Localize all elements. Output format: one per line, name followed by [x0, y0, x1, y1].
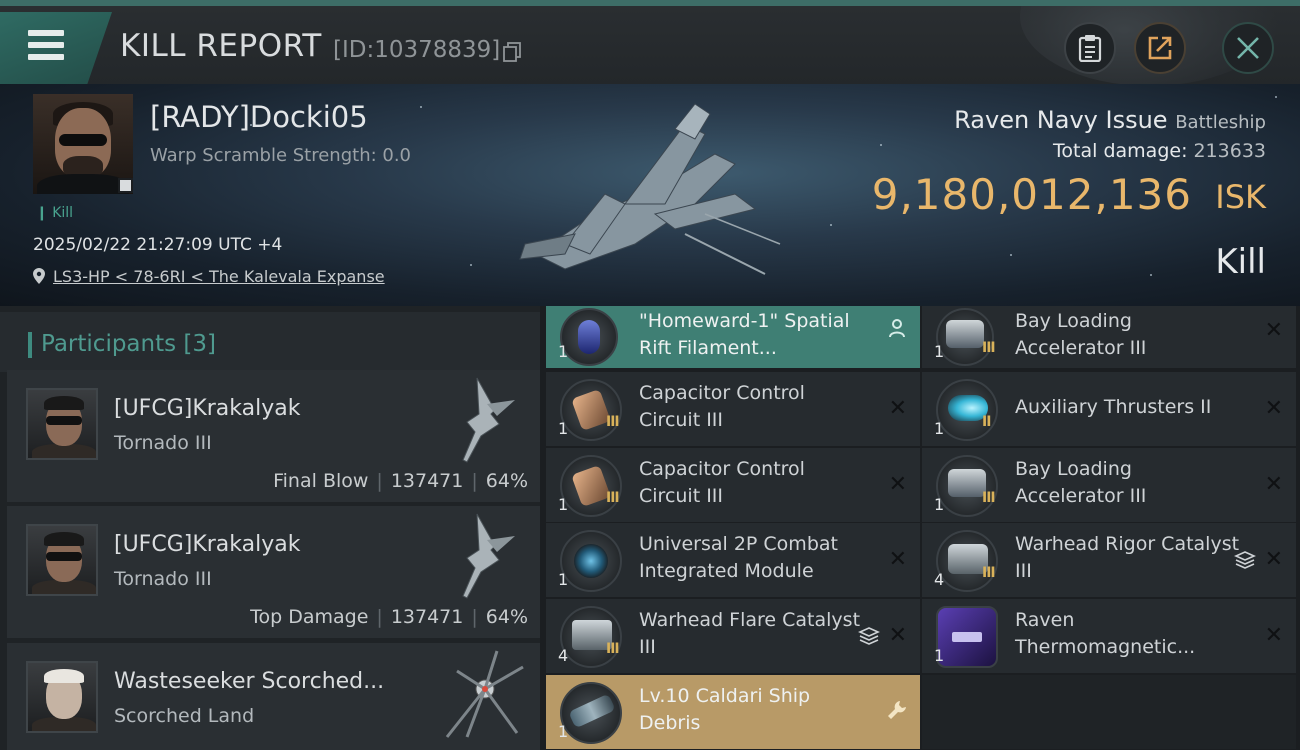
item-name: Raven Thermomagnetic... — [1015, 609, 1196, 658]
participant-ship: Scorched Land — [114, 705, 255, 727]
item-slot[interactable]: 1 III Capacitor Control Circuit III ✕ — [546, 448, 920, 522]
victim-name[interactable]: [RADY]Docki05 — [150, 100, 368, 134]
kill-id: [ID:10378839] — [333, 37, 501, 63]
participant-avatar[interactable] — [26, 388, 98, 460]
participant-avatar[interactable] — [26, 661, 98, 733]
item-name: Lv.10 Caldari Ship Debris — [639, 685, 811, 734]
victim-ship-name[interactable]: Raven Navy Issue Battleship — [954, 106, 1266, 134]
item-slot[interactable]: 4 III Warhead Rigor Catalyst III ✕ — [922, 523, 1296, 597]
total-damage: Total damage: 213633 — [1053, 140, 1266, 162]
wrench-icon[interactable] — [886, 699, 908, 721]
person-icon[interactable] — [888, 318, 906, 338]
destroyed-x-icon: ✕ — [888, 472, 907, 497]
clipboard-icon — [1078, 35, 1102, 62]
kill-location[interactable]: LS3-HP < 78-6RI < The Kalevala Expanse — [33, 267, 385, 286]
participant-stat: Final Blow | 137471 | 64% — [273, 470, 528, 492]
combat-module-icon — [560, 530, 622, 592]
empty-slot — [922, 675, 1296, 749]
page-title: KILL REPORT — [120, 28, 322, 64]
scorched-land-ship-icon — [445, 650, 524, 738]
share-button[interactable] — [1134, 22, 1186, 74]
bay-loading-accelerator-icon — [936, 455, 998, 517]
destroyed-x-icon: ✕ — [1264, 547, 1283, 572]
item-slot[interactable]: 1 II Auxiliary Thrusters II ✕ — [922, 372, 1296, 446]
isk-value: 9,180,012,136 — [871, 170, 1192, 219]
item-slot[interactable]: 1 Universal 2P Combat Integrated Module … — [546, 523, 920, 597]
kill-result: Kill — [1215, 242, 1266, 282]
destroyed-x-icon: ✕ — [888, 396, 907, 421]
item-slot[interactable]: 1 "Homeward-1" Spatial Rift Filament... — [546, 306, 920, 368]
menu-button[interactable] — [0, 12, 112, 84]
bay-loading-accelerator-icon — [936, 308, 994, 366]
ship-debris-icon — [560, 682, 622, 744]
warp-scramble-strength: Warp Scramble Strength: 0.0 — [150, 145, 412, 166]
item-slot[interactable]: 1 Raven Thermomagnetic... ✕ — [922, 599, 1296, 673]
participants-label: Participants [3] — [41, 331, 216, 357]
capacitor-circuit-icon — [560, 379, 622, 441]
participant-ship: Tornado III — [114, 432, 212, 454]
participant-row[interactable]: Wasteseeker Scorched... Scorched Land — [7, 643, 540, 750]
item-name: Auxiliary Thrusters II — [1015, 396, 1212, 418]
header-bar: KILL REPORT [ID:10378839] — [0, 0, 1300, 86]
participant-name: Wasteseeker Scorched... — [114, 669, 385, 694]
capacitor-circuit-icon — [560, 455, 622, 517]
item-slot[interactable]: 1 III Capacitor Control Circuit III ✕ — [546, 372, 920, 446]
catalyst-icon — [936, 530, 998, 592]
participant-name: [UFCG]Krakalyak — [114, 532, 301, 557]
item-name: Universal 2P Combat Integrated Module — [639, 533, 838, 582]
item-name: Warhead Rigor Catalyst III — [1015, 533, 1240, 582]
item-slot[interactable]: 1 III Bay Loading Accelerator III ✕ — [922, 448, 1296, 522]
copy-icon[interactable] — [503, 42, 521, 62]
destroyed-x-icon: ✕ — [1264, 318, 1283, 343]
destroyed-x-icon: ✕ — [888, 623, 907, 648]
participant-stat: Top Damage | 137471 | 64% — [250, 606, 528, 628]
victim-panel: [RADY]Docki05 Warp Scramble Strength: 0.… — [0, 84, 1300, 306]
tornado-ship-icon — [462, 377, 515, 463]
item-name: "Homeward-1" Spatial Rift Filament... — [639, 310, 850, 359]
participants-header: Participants [3] — [0, 312, 540, 372]
participant-row[interactable]: [UFCG]Krakalyak Tornado III Top Damage | 1… — [7, 506, 540, 638]
participants-panel: Participants [3] [UFCG]Krakalyak Tornado… — [0, 306, 540, 750]
menu-icon — [28, 30, 64, 36]
participant-avatar[interactable] — [26, 524, 98, 596]
close-icon — [1237, 37, 1259, 59]
item-name: Bay Loading Accelerator III — [1015, 310, 1147, 359]
item-slot[interactable]: 4 III Warhead Flare Catalyst III ✕ — [546, 599, 920, 673]
participant-ship: Tornado III — [114, 568, 212, 590]
item-slot[interactable]: 1 Lv.10 Caldari Ship Debris — [546, 675, 920, 749]
location-link[interactable]: LS3-HP < 78-6RI < The Kalevala Expanse — [53, 267, 385, 286]
item-name: Capacitor Control Circuit III — [639, 458, 805, 507]
stack-icon[interactable] — [858, 626, 880, 646]
kill-tag: ❙ Kill — [36, 205, 74, 221]
share-icon — [1148, 36, 1172, 60]
catalyst-icon — [560, 606, 622, 668]
destroyed-x-icon: ✕ — [1264, 472, 1283, 497]
item-name: Warhead Flare Catalyst III — [639, 609, 861, 658]
filament-icon — [560, 308, 618, 366]
tornado-ship-icon — [462, 513, 515, 599]
isk-unit: ISK — [1215, 178, 1266, 216]
close-button[interactable] — [1222, 22, 1274, 74]
participant-row[interactable]: [UFCG]Krakalyak Tornado III Final Blow | 1… — [7, 370, 540, 502]
kill-datetime: 2025/02/22 21:27:09 UTC +4 — [33, 235, 283, 255]
destroyed-x-icon: ✕ — [1264, 396, 1283, 421]
info-badge-icon[interactable] — [118, 178, 133, 193]
clipboard-button[interactable] — [1064, 22, 1116, 74]
location-pin-icon — [33, 268, 45, 284]
item-name: Bay Loading Accelerator III — [1015, 458, 1147, 507]
destroyed-x-icon: ✕ — [888, 547, 907, 572]
blueprint-icon — [936, 606, 998, 668]
victim-ship-image — [519, 103, 781, 275]
auxiliary-thrusters-icon — [936, 379, 998, 441]
stack-icon[interactable] — [1234, 550, 1256, 570]
destroyed-x-icon: ✕ — [1264, 623, 1283, 648]
item-name: Capacitor Control Circuit III — [639, 382, 805, 431]
participant-name: [UFCG]Krakalyak — [114, 396, 301, 421]
item-slot[interactable]: 1 III Bay Loading Accelerator III ✕ — [922, 306, 1296, 368]
